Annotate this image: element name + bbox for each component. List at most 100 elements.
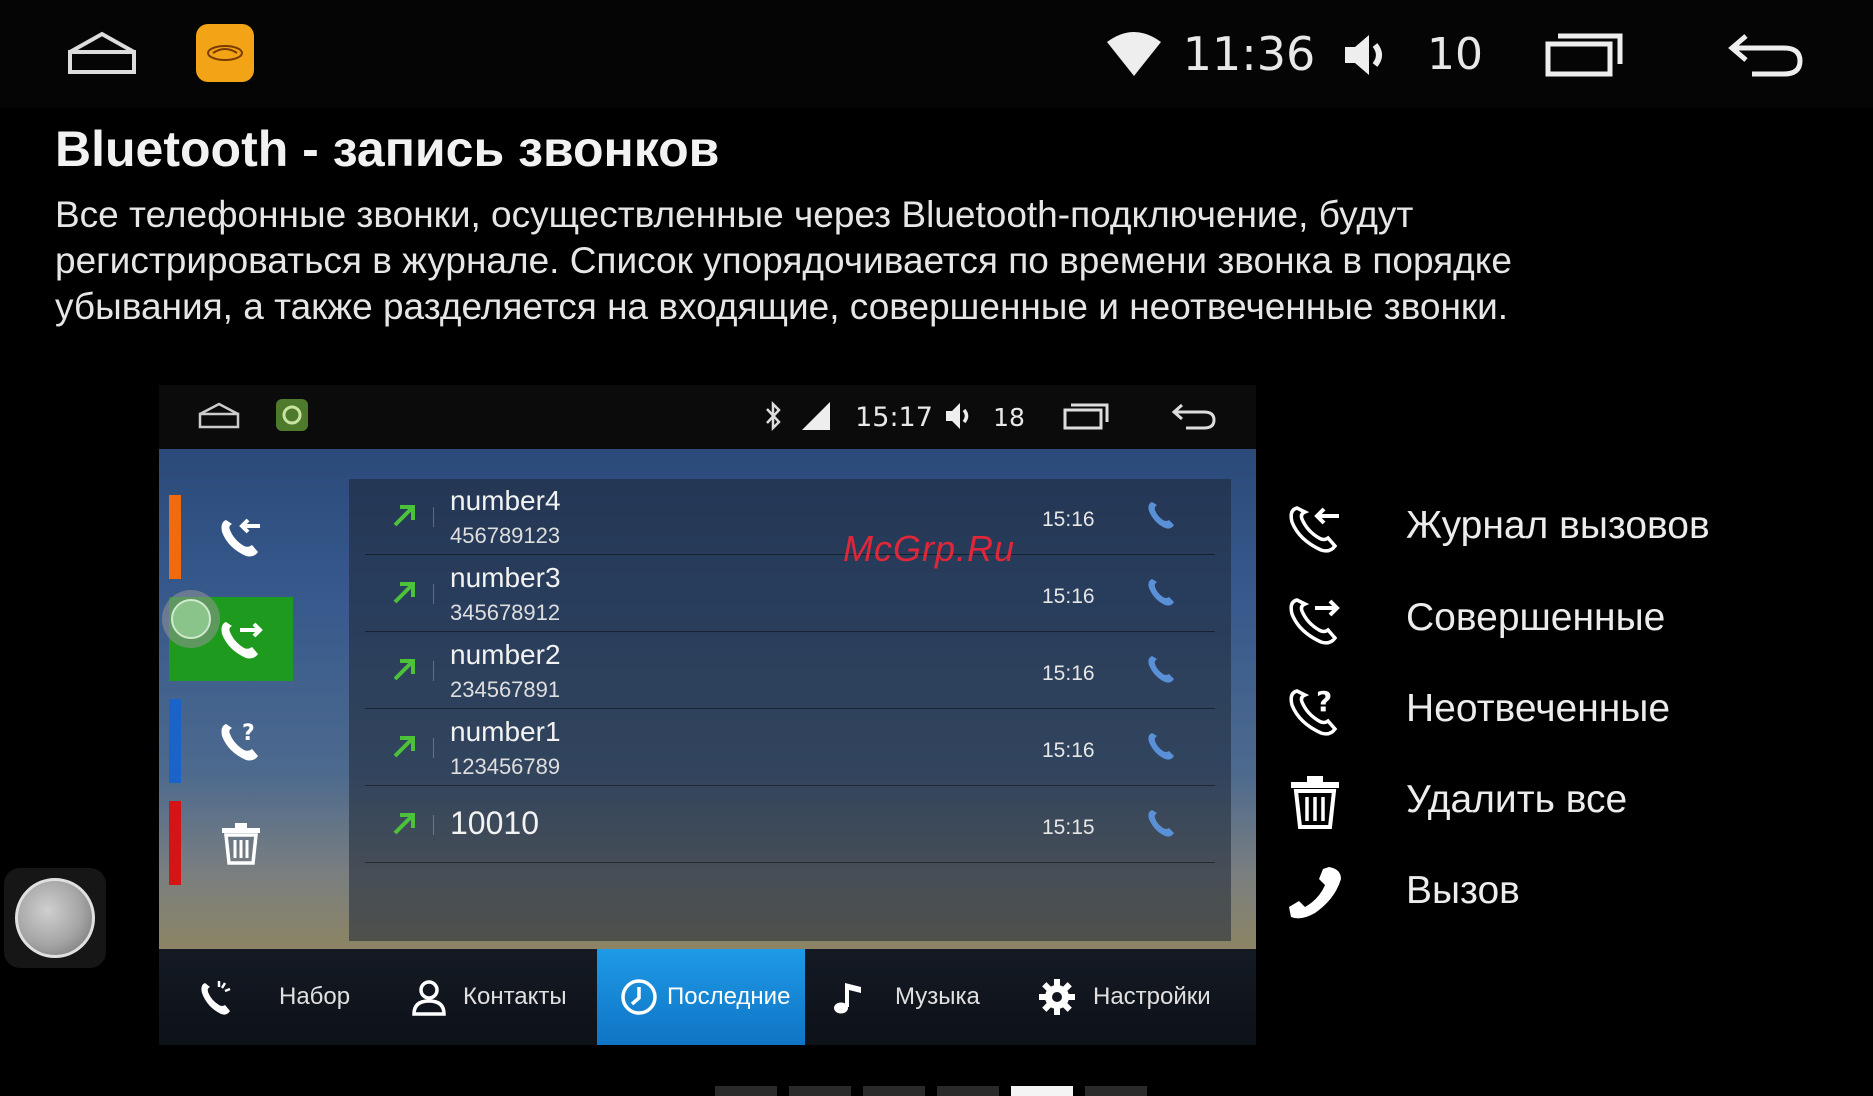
page-title: Bluetooth - запись звонков [55,121,720,177]
page-dot[interactable] [863,1086,925,1096]
status-volume: 10 [1427,28,1483,80]
status-time: 11:36 [1182,27,1316,81]
app-logo-icon[interactable] [196,24,254,82]
outgoing-arrow-icon [393,582,415,604]
legend-item-outgoing: Совершенные [1285,590,1845,650]
inner-status-bar: 15:17 18 [159,385,1256,449]
outgoing-calls-icon [221,622,263,659]
back-icon[interactable] [1169,399,1219,433]
legend-item-call-log: Журнал вызовов [1285,498,1845,558]
row-separator [433,661,434,681]
recent-apps-icon[interactable] [1542,28,1626,82]
back-icon[interactable] [1724,28,1808,82]
call-log-icon [1289,506,1339,553]
legend-item-call: Вызов [1285,863,1845,923]
strip-orange [169,495,181,579]
page-dot[interactable] [1085,1086,1147,1096]
contact-name: 10010 [450,805,539,841]
page-dot[interactable] [937,1086,999,1096]
legend-label: Журнал вызовов [1406,504,1710,547]
call-time: 15:16 [1042,739,1095,762]
contact-name: number2 [450,639,561,670]
floating-assistive-button[interactable] [4,868,106,968]
row-separator [433,815,434,835]
call-row[interactable]: number3 345678912 15:16 [365,556,1215,632]
contact-name: number3 [450,562,561,593]
missed-calls-icon: ? [1289,685,1338,736]
contact-number: 123456789 [450,754,561,779]
call-icon[interactable] [1145,730,1177,762]
call-row[interactable]: number1 123456789 15:16 [365,710,1215,786]
contact-name: number4 [450,485,561,516]
contacts-icon [412,980,446,1016]
app-icon[interactable] [276,399,308,431]
outgoing-arrow-icon [393,659,415,681]
inner-status-volume: 18 [993,402,1025,432]
home-icon[interactable] [197,399,241,433]
bottom-tab-bar: Набор Контакты Последние Музыка Настройк… [159,949,1256,1045]
strip-blue [169,699,181,783]
tab-label: Музыка [895,983,980,1010]
call-time: 15:16 [1042,508,1095,531]
strip-red [169,801,181,885]
recent-apps-icon[interactable] [1061,399,1111,433]
call-log-button[interactable] [169,495,293,579]
call-time: 15:15 [1042,816,1095,839]
call-list: number4 456789123 15:16 number3 34567891… [349,479,1231,941]
page-dot-active[interactable] [1011,1086,1073,1096]
volume-icon [1340,30,1398,80]
row-separator [433,507,434,527]
tab-music[interactable]: Музыка [831,949,1031,1045]
trash-icon [222,823,260,865]
contact-number: 456789123 [450,523,561,548]
calls-screen: ? number4 456789123 15:16 number3 345678… [159,449,1256,949]
tab-label: Настройки [1093,983,1211,1010]
outgoing-arrow-icon [393,505,415,527]
tab-dial[interactable]: Набор [199,949,369,1045]
inner-status-time: 15:17 [855,401,933,433]
tab-label: Контакты [463,983,567,1010]
tab-settings[interactable]: Настройки [1037,949,1247,1045]
call-row[interactable]: number4 456789123 15:16 [365,479,1215,555]
tab-label: Последние [667,983,791,1010]
call-icon[interactable] [1145,807,1177,839]
description-line: Все телефонные звонки, осуществленные че… [55,194,1414,235]
row-separator [433,584,434,604]
signal-icon [799,399,833,433]
outgoing-arrow-icon [393,736,415,758]
volume-icon [943,399,977,433]
contact-number: 234567891 [450,677,561,702]
settings-gear-icon [1039,979,1075,1015]
legend-item-missed: ? Неотвеченные [1285,681,1845,741]
trash-icon [1291,776,1339,829]
tab-recent[interactable]: Последние [597,949,805,1045]
home-icon[interactable] [64,28,140,80]
call-row[interactable]: number2 234567891 15:16 [365,633,1215,709]
delete-all-button[interactable] [169,801,293,885]
legend-label: Вызов [1406,869,1520,912]
description-line: регистрироваться в журнале. Список упоря… [55,240,1512,281]
tab-label: Набор [279,983,351,1010]
bluetooth-icon [761,399,785,433]
legend-label: Удалить все [1406,778,1628,821]
call-log-icon [221,518,260,557]
legend-item-delete-all: Удалить все [1285,772,1845,832]
call-row[interactable]: 10010 15:15 [365,787,1215,863]
watermark: McGrp.Ru [843,528,1016,569]
contact-number: 345678912 [450,600,561,625]
page-dot[interactable] [715,1086,777,1096]
dial-icon [201,981,231,1015]
call-icon[interactable] [1145,653,1177,685]
legend-label: Совершенные [1406,596,1666,639]
wifi-icon [1104,30,1164,80]
outgoing-arrow-icon [393,813,415,835]
missed-calls-icon: ? [221,721,258,761]
missed-calls-button[interactable]: ? [169,699,293,783]
touch-indicator [162,590,220,648]
call-icon[interactable] [1145,576,1177,608]
page-dot[interactable] [789,1086,851,1096]
phone-call-icon [1289,867,1341,919]
call-icon[interactable] [1145,499,1177,531]
row-separator [433,738,434,758]
legend-label: Неотвеченные [1406,687,1671,730]
